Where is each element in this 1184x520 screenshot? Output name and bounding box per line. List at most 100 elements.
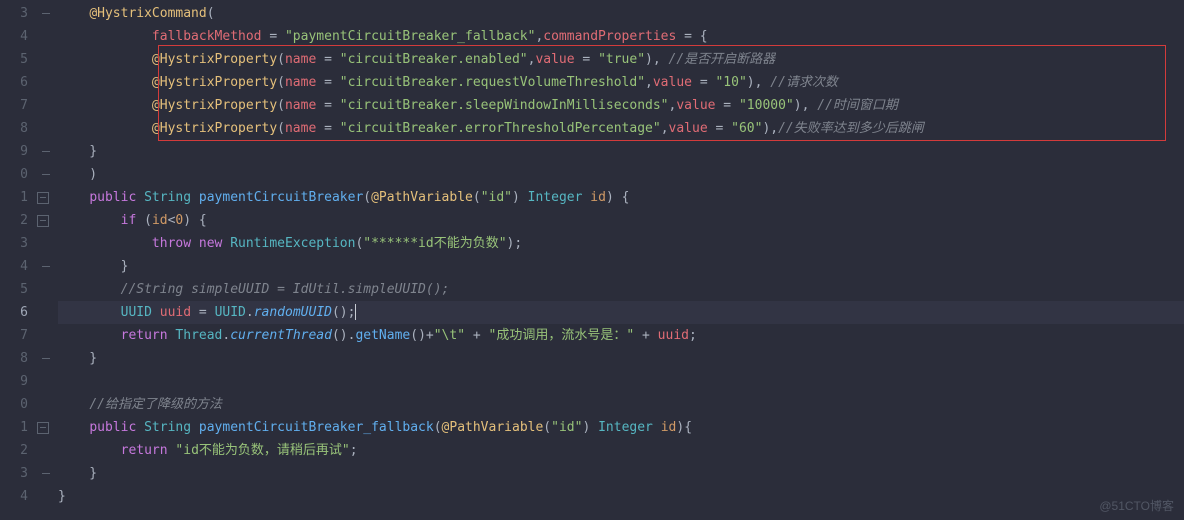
- code-line[interactable]: return "id不能为负数，请稍后再试";: [58, 439, 1184, 462]
- code-line[interactable]: if (id<0) {: [58, 209, 1184, 232]
- code-token: "成功调用，流水号是：": [489, 328, 635, 343]
- code-token: return: [121, 443, 168, 458]
- code-token: [58, 98, 152, 113]
- line-number: 4: [0, 485, 28, 508]
- line-number: 5: [0, 278, 28, 301]
- fold-marker[interactable]: [34, 393, 58, 416]
- code-token: [58, 121, 152, 136]
- fold-marker[interactable]: [34, 94, 58, 117]
- code-token: value: [535, 52, 574, 67]
- line-number: 1: [0, 186, 28, 209]
- fold-marker[interactable]: [34, 2, 58, 25]
- code-token: "id不能为负数，请稍后再试": [175, 443, 349, 458]
- code-line[interactable]: ): [58, 163, 1184, 186]
- code-token: @HystrixProperty: [152, 75, 277, 90]
- line-number-gutter: 3456789012345678901234: [0, 0, 34, 520]
- code-token: (: [207, 6, 215, 21]
- fold-marker[interactable]: [34, 140, 58, 163]
- code-token: //时间窗口期: [817, 98, 898, 113]
- code-token: (: [434, 420, 442, 435]
- code-line[interactable]: }: [58, 140, 1184, 163]
- code-token: id: [661, 420, 677, 435]
- fold-marker[interactable]: [34, 301, 58, 324]
- code-token: [191, 420, 199, 435]
- fold-marker[interactable]: [34, 255, 58, 278]
- fold-marker[interactable]: [34, 278, 58, 301]
- code-token: "true": [598, 52, 645, 67]
- fold-marker[interactable]: [34, 324, 58, 347]
- code-token: ): [582, 420, 598, 435]
- code-token: "paymentCircuitBreaker_fallback": [285, 29, 535, 44]
- code-line[interactable]: @HystrixProperty(name = "circuitBreaker.…: [58, 117, 1184, 140]
- code-token: public: [89, 190, 136, 205]
- code-token: name: [285, 75, 316, 90]
- code-line[interactable]: @HystrixCommand(: [58, 2, 1184, 25]
- code-token: [191, 190, 199, 205]
- code-line[interactable]: }: [58, 485, 1184, 508]
- code-token: currentThread: [230, 328, 332, 343]
- code-token: [58, 397, 89, 412]
- code-token: }: [58, 351, 97, 366]
- code-token: "circuitBreaker.enabled": [340, 52, 528, 67]
- code-line[interactable]: //String simpleUUID = IdUtil.simpleUUID(…: [58, 278, 1184, 301]
- fold-marker[interactable]: [34, 71, 58, 94]
- code-line[interactable]: return Thread.currentThread().getName()+…: [58, 324, 1184, 347]
- code-token: name: [285, 121, 316, 136]
- code-token: "circuitBreaker.requestVolumeThreshold": [340, 75, 645, 90]
- code-token: [58, 305, 121, 320]
- code-line[interactable]: UUID uuid = UUID.randomUUID();: [58, 301, 1184, 324]
- fold-marker[interactable]: [34, 370, 58, 393]
- code-line[interactable]: //给指定了降级的方法: [58, 393, 1184, 416]
- code-token: ;: [350, 443, 358, 458]
- code-line[interactable]: @HystrixProperty(name = "circuitBreaker.…: [58, 71, 1184, 94]
- code-token: id: [590, 190, 606, 205]
- code-line[interactable]: [58, 370, 1184, 393]
- fold-marker[interactable]: [34, 416, 58, 439]
- code-token: @HystrixProperty: [152, 98, 277, 113]
- code-line[interactable]: throw new RuntimeException("******id不能为负…: [58, 232, 1184, 255]
- code-line[interactable]: }: [58, 462, 1184, 485]
- fold-marker[interactable]: [34, 25, 58, 48]
- fold-marker[interactable]: [34, 347, 58, 370]
- code-token: RuntimeException: [230, 236, 355, 251]
- code-token: id: [152, 213, 168, 228]
- code-token: @HystrixProperty: [152, 121, 277, 136]
- code-token: ): [58, 167, 97, 182]
- fold-marker[interactable]: [34, 163, 58, 186]
- line-number: 3: [0, 232, 28, 255]
- code-token: ) {: [183, 213, 206, 228]
- fold-marker[interactable]: [34, 48, 58, 71]
- line-number: 4: [0, 25, 28, 48]
- watermark-text: @51CTO博客: [1099, 497, 1174, 514]
- fold-marker[interactable]: [34, 209, 58, 232]
- fold-marker[interactable]: [34, 485, 58, 508]
- code-token: [58, 328, 121, 343]
- line-number: 7: [0, 324, 28, 347]
- code-token: "10": [715, 75, 746, 90]
- fold-marker[interactable]: [34, 462, 58, 485]
- code-line[interactable]: public String paymentCircuitBreaker(@Pat…: [58, 186, 1184, 209]
- fold-column[interactable]: [34, 0, 58, 520]
- code-line[interactable]: public String paymentCircuitBreaker_fall…: [58, 416, 1184, 439]
- code-editor[interactable]: 3456789012345678901234 @HystrixCommand( …: [0, 0, 1184, 520]
- code-token: ){: [676, 420, 692, 435]
- code-area[interactable]: @HystrixCommand( fallbackMethod = "payme…: [58, 0, 1184, 520]
- fold-marker[interactable]: [34, 186, 58, 209]
- line-number: 6: [0, 301, 28, 324]
- code-token: (: [473, 190, 481, 205]
- code-token: ,: [661, 121, 669, 136]
- code-line[interactable]: }: [58, 347, 1184, 370]
- code-line[interactable]: fallbackMethod = "paymentCircuitBreaker_…: [58, 25, 1184, 48]
- fold-marker[interactable]: [34, 232, 58, 255]
- code-token: UUID: [121, 305, 152, 320]
- code-token: ),: [762, 121, 778, 136]
- fold-marker[interactable]: [34, 439, 58, 462]
- code-token: [58, 236, 152, 251]
- code-token: }: [58, 144, 97, 159]
- code-line[interactable]: }: [58, 255, 1184, 278]
- fold-marker[interactable]: [34, 117, 58, 140]
- code-line[interactable]: @HystrixProperty(name = "circuitBreaker.…: [58, 48, 1184, 71]
- code-token: value: [676, 98, 715, 113]
- code-token: String: [144, 420, 191, 435]
- code-line[interactable]: @HystrixProperty(name = "circuitBreaker.…: [58, 94, 1184, 117]
